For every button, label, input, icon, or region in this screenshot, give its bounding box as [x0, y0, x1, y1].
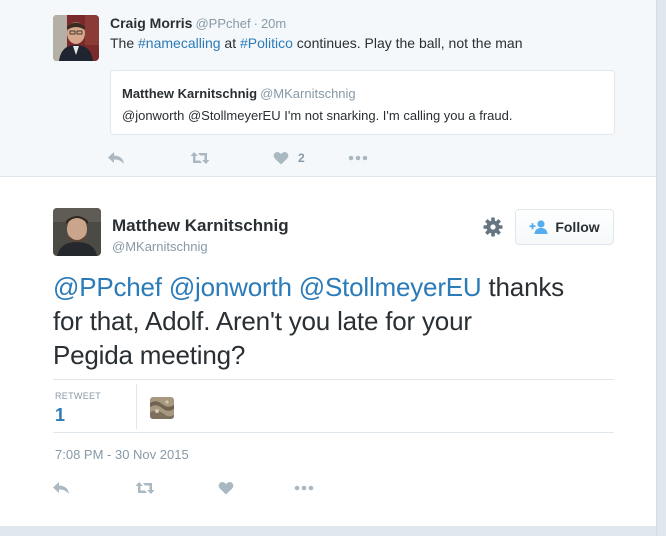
parent-tweet-text: The #namecalling at #Politico continues.…	[110, 34, 523, 52]
divider	[53, 432, 614, 433]
tweet-text-segment: thanks	[481, 272, 565, 302]
like-icon	[218, 482, 234, 495]
author-handle[interactable]: @MKarnitschnig	[112, 239, 208, 254]
like-icon	[273, 152, 289, 165]
author-handle[interactable]: @PPchef	[195, 16, 250, 31]
tweet-time[interactable]: 20m	[261, 16, 286, 31]
retweet-stat-count[interactable]: 1	[55, 405, 65, 426]
parent-tweet[interactable]: Craig Morris @PPchef · 20m The #namecalling…	[0, 0, 656, 177]
retweet-button[interactable]	[135, 478, 155, 498]
tweet-text-line: @PPchef @jonworth @StollmeyerEU thanks	[53, 270, 613, 304]
divider	[53, 379, 614, 380]
tweet-text-line: for that, Adolf. Aren't you late for you…	[53, 306, 472, 336]
follow-user-icon	[529, 220, 548, 234]
retweet-stat-label: RETWEET	[55, 391, 102, 401]
retweet-icon	[190, 152, 210, 164]
main-tweet-text: @PPchef @jonworth @StollmeyerEU thanks f…	[53, 270, 613, 372]
quoted-tweet-header: Matthew Karnitschnig @MKarnitschnig	[122, 86, 356, 101]
reply-button[interactable]	[107, 148, 125, 168]
text-part: continues. Play the ball, not the man	[292, 35, 523, 51]
follow-button[interactable]: Follow	[515, 209, 614, 245]
mention-link[interactable]: @jonworth	[169, 272, 292, 302]
parent-tweet-header: Craig Morris @PPchef · 20m	[110, 15, 286, 31]
retweeter-avatar[interactable]	[150, 397, 174, 419]
retweet-icon	[135, 482, 155, 494]
more-button[interactable]	[294, 478, 314, 498]
divider	[136, 384, 137, 429]
more-icon	[348, 155, 368, 161]
author-name[interactable]: Craig Morris	[110, 15, 192, 31]
retweet-button[interactable]	[190, 148, 210, 168]
quoted-tweet[interactable]: Matthew Karnitschnig @MKarnitschnig @jonw…	[110, 70, 615, 135]
quoted-author-handle: @MKarnitschnig	[260, 86, 356, 101]
footer-border	[0, 526, 656, 536]
tweet-timestamp[interactable]: 7:08 PM - 30 Nov 2015	[55, 447, 189, 462]
text-part: The	[110, 35, 139, 51]
settings-button[interactable]	[482, 216, 504, 238]
reply-icon	[108, 152, 124, 164]
text-part: at	[220, 35, 240, 51]
mention-link[interactable]: @PPchef	[53, 272, 162, 302]
reply-icon	[53, 482, 69, 494]
more-icon	[294, 485, 314, 491]
parent-tweet-actions: 2	[107, 148, 407, 168]
like-count: 2	[298, 151, 305, 165]
follow-label: Follow	[555, 219, 600, 235]
tweet-text-line: Pegida meeting?	[53, 340, 246, 370]
avatar[interactable]	[53, 15, 99, 61]
tweet-permalink-container: Craig Morris @PPchef · 20m The #namecalling…	[0, 0, 657, 536]
reply-button[interactable]	[52, 478, 70, 498]
gear-icon	[483, 217, 503, 237]
main-tweet-actions	[52, 478, 352, 498]
hashtag-link[interactable]: #namecalling	[138, 35, 221, 51]
like-button[interactable]	[218, 478, 234, 498]
separator-dot: ·	[253, 16, 258, 31]
quoted-tweet-text: @jonworth @StollmeyerEU I'm not snarking…	[122, 108, 513, 123]
like-button[interactable]: 2	[273, 148, 305, 168]
mention-link[interactable]: @StollmeyerEU	[299, 272, 482, 302]
author-name[interactable]: Matthew Karnitschnig	[112, 216, 289, 236]
avatar[interactable]	[53, 208, 101, 256]
more-button[interactable]	[348, 148, 368, 168]
quoted-author-name: Matthew Karnitschnig	[122, 86, 258, 101]
hashtag-link[interactable]: #Politico	[240, 35, 293, 51]
